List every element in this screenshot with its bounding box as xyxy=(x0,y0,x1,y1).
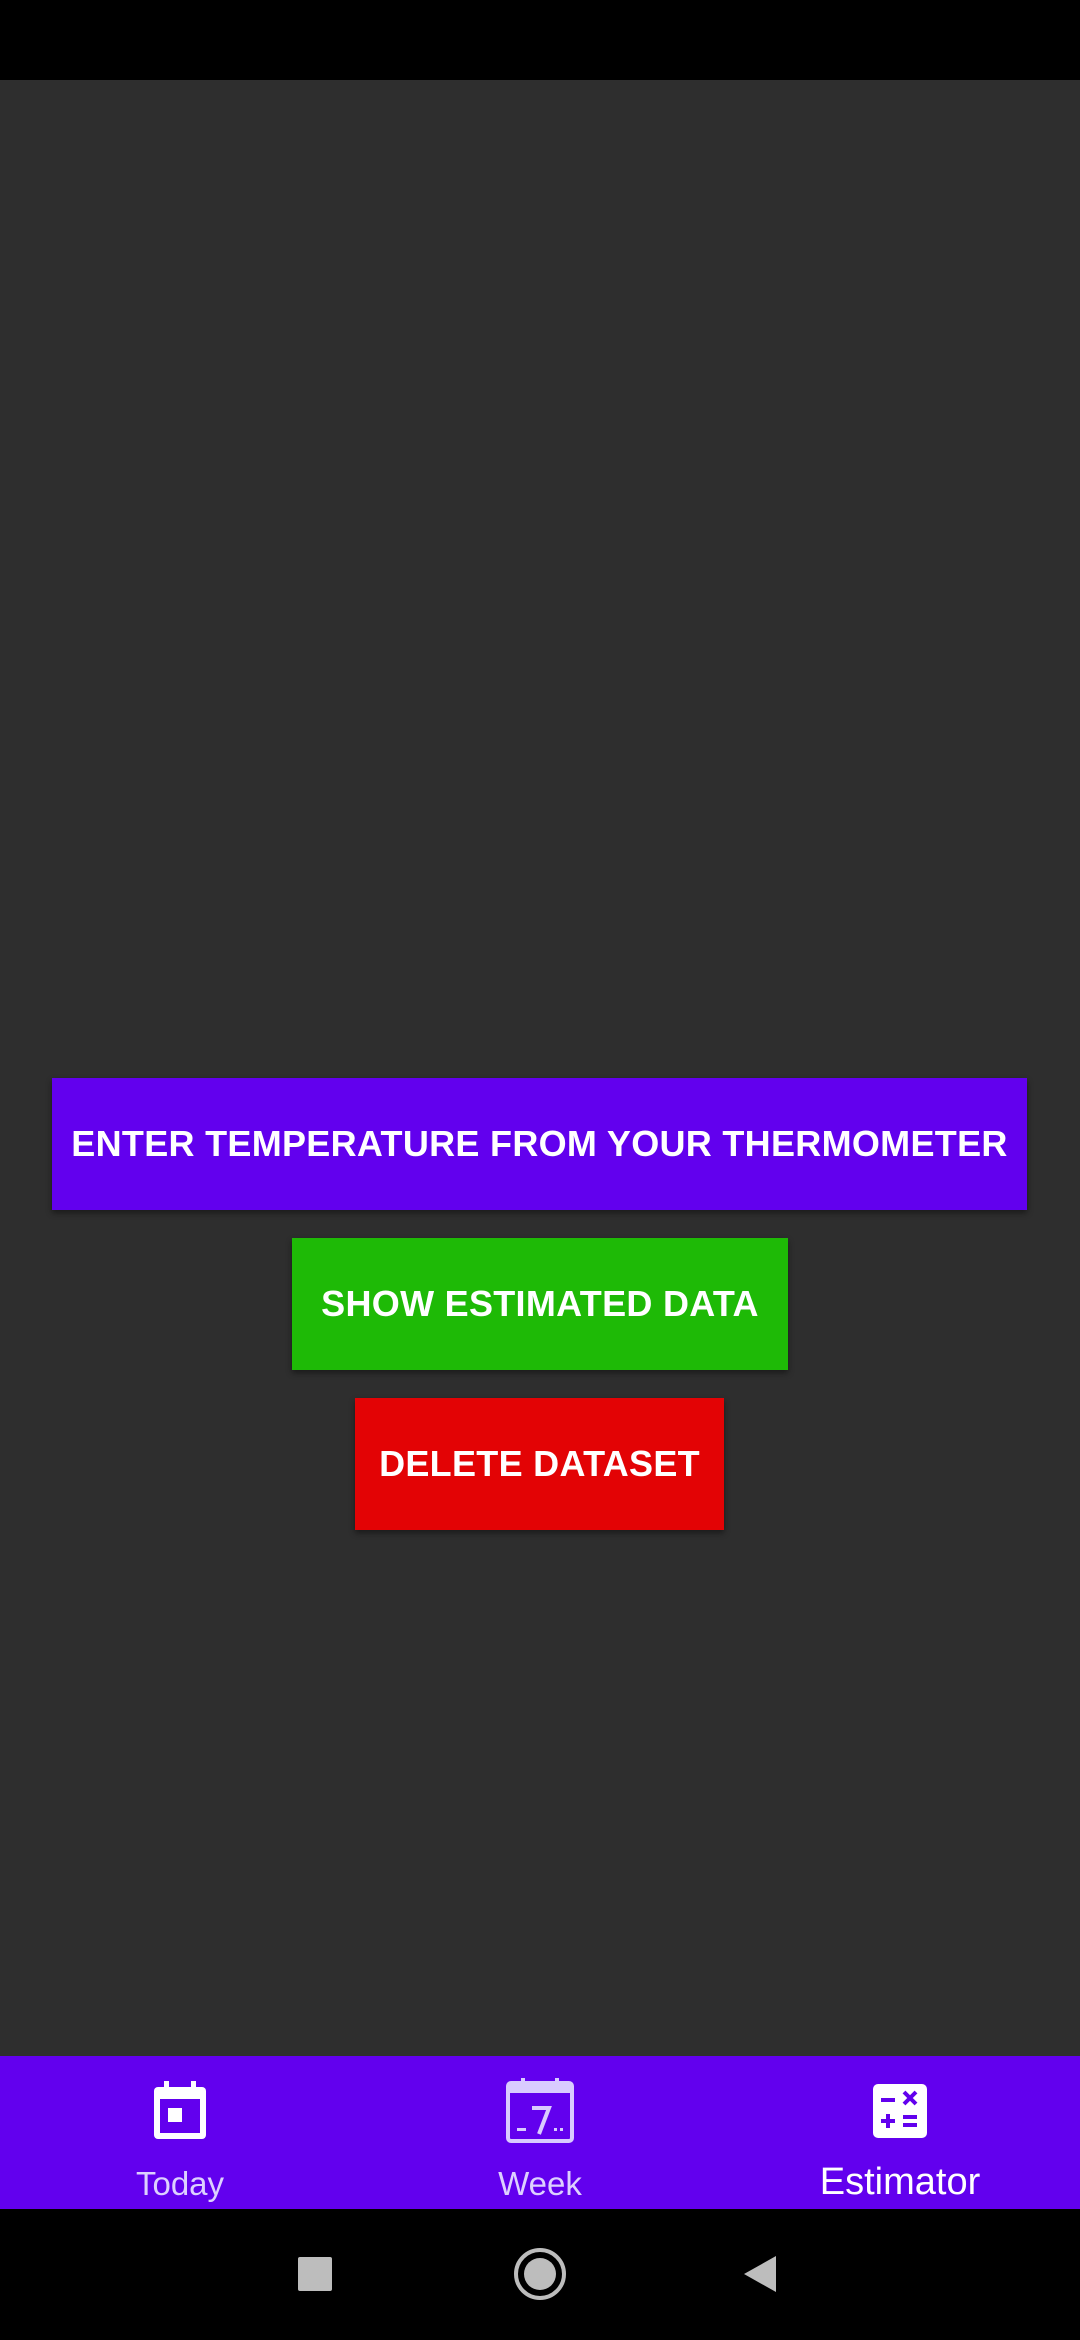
system-navigation-bar xyxy=(0,2209,1080,2340)
bottom-navigation: Today Week Estimator xyxy=(0,2056,1080,2209)
calendar-today-icon xyxy=(145,2076,215,2146)
delete-dataset-button[interactable]: DELETE DATASET xyxy=(355,1398,724,1530)
nav-label-week: Week xyxy=(498,2165,582,2202)
nav-item-today[interactable]: Today xyxy=(0,2056,360,2209)
nav-label-estimator: Estimator xyxy=(819,2161,981,2203)
main-content xyxy=(0,80,1080,2056)
triangle-back-icon[interactable] xyxy=(715,2229,805,2319)
calendar-week-icon xyxy=(505,2076,575,2146)
square-recents-icon[interactable] xyxy=(270,2229,360,2319)
nav-item-week[interactable]: Week xyxy=(360,2056,720,2209)
status-bar xyxy=(0,0,1080,80)
show-estimated-data-button[interactable]: SHOW ESTIMATED DATA xyxy=(292,1238,788,1370)
circle-home-icon[interactable] xyxy=(495,2229,585,2319)
calculator-icon xyxy=(865,2076,935,2146)
nav-item-estimator[interactable]: Estimator xyxy=(720,2056,1080,2209)
nav-label-today: Today xyxy=(135,2165,225,2202)
enter-temperature-button[interactable]: ENTER TEMPERATURE FROM YOUR THERMOMETER xyxy=(52,1078,1027,1210)
